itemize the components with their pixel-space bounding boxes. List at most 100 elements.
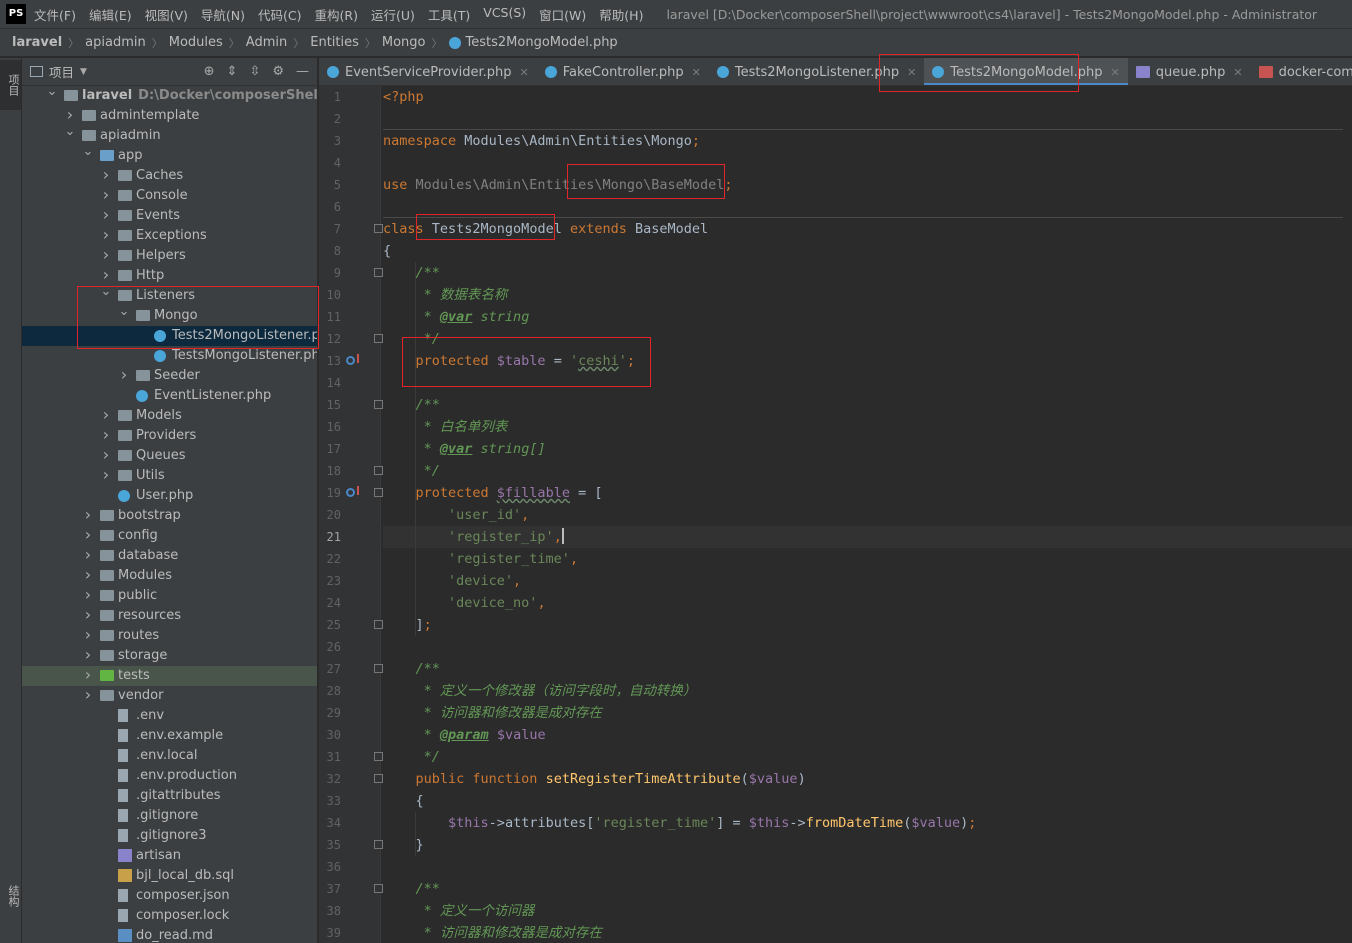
tree-item[interactable]: .env bbox=[22, 706, 317, 726]
tree-item[interactable]: › public bbox=[22, 585, 317, 606]
breadcrumb-item[interactable]: laravel bbox=[12, 35, 62, 50]
tree-item[interactable]: ⌄ app bbox=[22, 144, 317, 166]
tree-item[interactable]: › storage bbox=[22, 645, 317, 666]
editor-tab[interactable]: docker-compose.yml✕ bbox=[1251, 58, 1352, 85]
chevron-right-icon[interactable]: › bbox=[100, 445, 112, 465]
tree-item[interactable]: bjl_local_db.sql bbox=[22, 866, 317, 886]
menu-item[interactable]: 编辑(E) bbox=[89, 5, 132, 24]
menu-item[interactable]: 帮助(H) bbox=[599, 5, 643, 24]
tree-item[interactable]: › Queues bbox=[22, 445, 317, 466]
chevron-right-icon[interactable]: › bbox=[82, 685, 94, 705]
tree-item[interactable]: › Providers bbox=[22, 425, 317, 446]
chevron-right-icon[interactable]: › bbox=[82, 585, 94, 605]
project-tool-tab[interactable]: 项目 bbox=[0, 60, 21, 110]
menu-item[interactable]: 窗口(W) bbox=[539, 5, 586, 24]
breadcrumb-item[interactable]: Admin bbox=[246, 35, 287, 50]
chevron-right-icon[interactable]: › bbox=[82, 645, 94, 665]
tree-item[interactable]: › resources bbox=[22, 605, 317, 626]
editor-tab[interactable]: FakeController.php ✕ bbox=[537, 58, 709, 85]
breadcrumb-item[interactable]: Modules bbox=[169, 35, 223, 50]
tree-item[interactable]: ⌄ apiadmin bbox=[22, 124, 317, 146]
chevron-right-icon[interactable]: › bbox=[82, 545, 94, 565]
breadcrumb-item[interactable]: apiadmin bbox=[85, 35, 146, 50]
menu-item[interactable]: 导航(N) bbox=[201, 5, 245, 24]
tree-item[interactable]: ⌄ laravel D:\Docker\composerShell\project\… bbox=[22, 84, 317, 106]
tree-item[interactable]: composer.json bbox=[22, 886, 317, 906]
chevron-right-icon[interactable]: › bbox=[100, 405, 112, 425]
override-marker-icon[interactable] bbox=[346, 354, 359, 365]
tree-item[interactable]: › routes bbox=[22, 625, 317, 646]
fold-marker-icon[interactable] bbox=[374, 488, 383, 497]
fold-marker-icon[interactable] bbox=[374, 884, 383, 893]
chevron-down-icon[interactable]: ⌄ bbox=[46, 82, 58, 102]
breadcrumb-item[interactable]: Tests2MongoModel.php bbox=[466, 35, 618, 50]
chevron-down-icon[interactable]: ⌄ bbox=[118, 302, 130, 322]
tree-item[interactable]: .gitignore3 bbox=[22, 826, 317, 846]
chevron-right-icon[interactable]: › bbox=[82, 525, 94, 545]
chevron-right-icon[interactable]: › bbox=[100, 165, 112, 185]
chevron-right-icon[interactable]: › bbox=[100, 185, 112, 205]
tree-item[interactable]: › bootstrap bbox=[22, 505, 317, 526]
close-icon[interactable]: ✕ bbox=[1111, 66, 1120, 79]
chevron-right-icon[interactable]: › bbox=[100, 205, 112, 225]
menu-item[interactable]: 视图(V) bbox=[145, 5, 188, 24]
chevron-down-icon[interactable]: ▼ bbox=[80, 67, 87, 77]
close-icon[interactable]: ✕ bbox=[520, 66, 529, 79]
tree-item[interactable]: TestsMongoListener.php bbox=[22, 346, 317, 366]
chevron-down-icon[interactable]: ⌄ bbox=[100, 282, 112, 302]
project-panel-title[interactable]: 项目 bbox=[49, 62, 74, 81]
chevron-right-icon[interactable]: › bbox=[82, 665, 94, 685]
fold-marker-icon[interactable] bbox=[374, 752, 383, 761]
tree-item[interactable]: ⌄ Listeners bbox=[22, 284, 317, 306]
chevron-right-icon[interactable]: › bbox=[82, 605, 94, 625]
tree-item[interactable]: composer.lock bbox=[22, 906, 317, 926]
tree-item[interactable]: › Seeder bbox=[22, 365, 317, 386]
menu-item[interactable]: 代码(C) bbox=[258, 5, 301, 24]
tree-item[interactable]: do_read.md bbox=[22, 926, 317, 943]
chevron-right-icon[interactable]: › bbox=[118, 365, 130, 385]
fold-marker-icon[interactable] bbox=[374, 224, 383, 233]
tree-item[interactable]: › vendor bbox=[22, 685, 317, 706]
tree-item[interactable]: .env.local bbox=[22, 746, 317, 766]
chevron-right-icon[interactable]: › bbox=[100, 465, 112, 485]
close-icon[interactable]: ✕ bbox=[907, 66, 916, 79]
fold-marker-icon[interactable] bbox=[374, 466, 383, 475]
tree-item[interactable]: EventListener.php bbox=[22, 386, 317, 406]
editor-tab[interactable]: Tests2MongoModel.php ✕ bbox=[924, 58, 1129, 85]
structure-tool-tab[interactable]: 结构 bbox=[0, 874, 21, 918]
tree-item[interactable]: › Exceptions bbox=[22, 225, 317, 246]
menu-item[interactable]: 运行(U) bbox=[371, 5, 415, 24]
tree-item[interactable]: ⌄ Mongo bbox=[22, 304, 317, 326]
editor-tab[interactable]: Tests2MongoListener.php ✕ bbox=[709, 58, 924, 85]
fold-marker-icon[interactable] bbox=[374, 400, 383, 409]
tree-item[interactable]: › tests bbox=[22, 665, 317, 686]
collapse-all-icon[interactable]: ⇳ bbox=[249, 64, 260, 79]
tree-item[interactable]: User.php bbox=[22, 486, 317, 506]
fold-marker-icon[interactable] bbox=[374, 664, 383, 673]
tree-item[interactable]: .gitattributes bbox=[22, 786, 317, 806]
menu-item[interactable]: 重构(R) bbox=[315, 5, 358, 24]
tree-item[interactable]: › Http bbox=[22, 265, 317, 286]
code-editor[interactable]: 1 2 3 4 5 6 7 8 9 10 11 12 13 14 15 16 17 18 19 20 21 22 23 24 2… bbox=[319, 86, 1352, 943]
tree-item[interactable]: › config bbox=[22, 525, 317, 546]
hide-icon[interactable]: — bbox=[296, 64, 309, 79]
tree-item[interactable]: .env.example bbox=[22, 726, 317, 746]
tree-item[interactable]: › Models bbox=[22, 405, 317, 426]
fold-marker-icon[interactable] bbox=[374, 840, 383, 849]
tree-item[interactable]: .env.production bbox=[22, 766, 317, 786]
fold-marker-icon[interactable] bbox=[374, 774, 383, 783]
tree-item[interactable]: › Utils bbox=[22, 465, 317, 486]
tree-item[interactable]: › Modules bbox=[22, 565, 317, 586]
chevron-right-icon[interactable]: › bbox=[100, 225, 112, 245]
editor-tab[interactable]: queue.php ✕ bbox=[1128, 58, 1251, 85]
close-icon[interactable]: ✕ bbox=[1233, 66, 1242, 79]
editor-tab[interactable]: EventServiceProvider.php ✕ bbox=[319, 58, 537, 85]
tree-item[interactable]: › Helpers bbox=[22, 245, 317, 266]
chevron-right-icon[interactable]: › bbox=[82, 625, 94, 645]
breadcrumb-item[interactable]: Entities bbox=[310, 35, 359, 50]
tree-item[interactable]: artisan bbox=[22, 846, 317, 866]
tree-item[interactable]: › Console bbox=[22, 185, 317, 206]
chevron-right-icon[interactable]: › bbox=[100, 245, 112, 265]
chevron-down-icon[interactable]: ⌄ bbox=[82, 142, 94, 162]
fold-marker-icon[interactable] bbox=[374, 620, 383, 629]
